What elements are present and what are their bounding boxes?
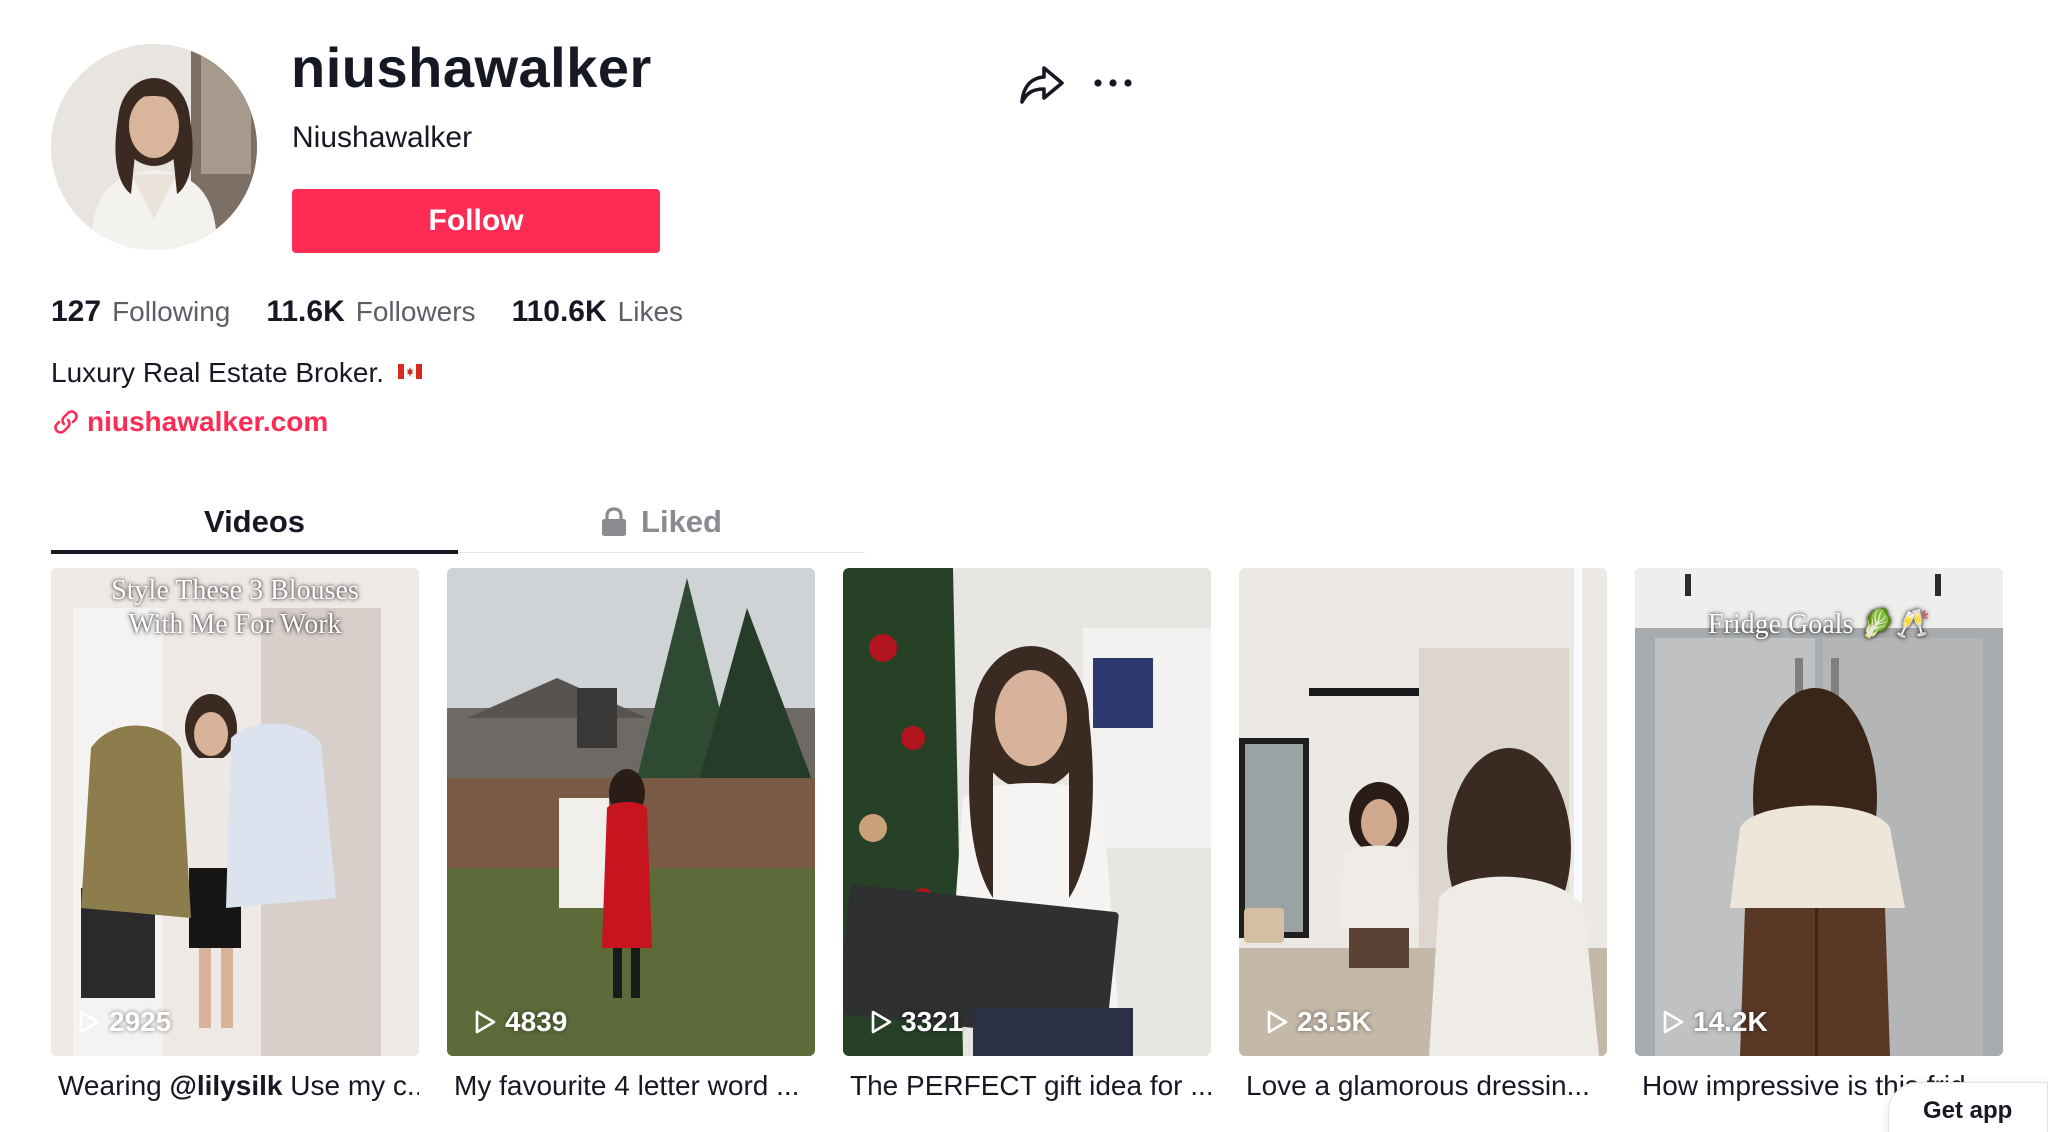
link-icon xyxy=(54,410,78,434)
lock-icon xyxy=(602,507,627,536)
likes-count: 110.6K xyxy=(511,295,607,328)
active-tab-indicator xyxy=(51,550,458,554)
video-card[interactable]: Style These 3 Blouses With Me For Work 2… xyxy=(51,568,419,1104)
video-thumbnail-image xyxy=(1239,568,1607,1056)
share-icon[interactable] xyxy=(1018,62,1066,108)
profile-stats: 127 Following 11.6K Followers 110.6K Lik… xyxy=(51,294,719,330)
view-count: 14.2K xyxy=(1661,1006,1768,1038)
view-count: 2925 xyxy=(77,1006,171,1038)
play-icon xyxy=(79,1010,100,1034)
video-overlay-text: Fridge Goals 🥬🥂 xyxy=(1635,608,2003,642)
view-count-value: 23.5K xyxy=(1297,1006,1372,1037)
play-icon xyxy=(475,1010,496,1034)
video-caption[interactable]: The PERFECT gift idea for ... xyxy=(843,1068,1211,1104)
video-thumbnail[interactable]: Fridge Goals 🥬🥂 14.2K xyxy=(1635,568,2003,1056)
caption-mention[interactable]: @lilysilk xyxy=(170,1070,283,1101)
following-label: Following xyxy=(112,296,231,327)
video-caption[interactable]: My favourite 4 letter word ... xyxy=(447,1068,815,1104)
video-overlay-text: Style These 3 Blouses With Me For Work xyxy=(51,574,419,642)
video-card[interactable]: 23.5K Love a glamorous dressin... xyxy=(1239,568,1607,1104)
view-count-value: 14.2K xyxy=(1693,1006,1768,1037)
profile-bio: Luxury Real Estate Broker. xyxy=(51,355,423,391)
video-thumbnail[interactable]: 23.5K xyxy=(1239,568,1607,1056)
avatar-image xyxy=(51,44,257,250)
get-app-button[interactable]: Get app xyxy=(1888,1082,2048,1132)
video-thumbnail[interactable]: Style These 3 Blouses With Me For Work 2… xyxy=(51,568,419,1056)
view-count: 23.5K xyxy=(1265,1006,1372,1038)
video-thumbnail[interactable]: 3321 xyxy=(843,568,1211,1056)
profile-link[interactable]: niushawalker.com xyxy=(51,406,328,438)
profile-avatar[interactable] xyxy=(51,44,257,250)
play-icon xyxy=(1267,1010,1288,1034)
likes-label: Likes xyxy=(617,296,684,327)
view-count: 4839 xyxy=(473,1006,567,1038)
tab-liked-label: Liked xyxy=(641,504,722,539)
canada-flag-icon xyxy=(398,363,423,379)
play-icon xyxy=(871,1010,892,1034)
view-count-value: 4839 xyxy=(505,1006,568,1037)
video-caption[interactable]: Wearing @lilysilk Use my c... xyxy=(51,1068,419,1104)
more-options-icon[interactable] xyxy=(1090,62,1136,104)
following-count: 127 xyxy=(51,295,102,328)
view-count: 3321 xyxy=(869,1006,963,1038)
followers-label: Followers xyxy=(355,296,476,327)
overlay-line: Style These 3 Blouses xyxy=(111,575,359,606)
view-count-value: 3321 xyxy=(901,1006,964,1037)
profile-page: niushawalker Niushawalker Follow 127 Fol… xyxy=(0,0,2048,1132)
video-caption[interactable]: Love a glamorous dressin... xyxy=(1239,1068,1607,1104)
tab-videos-label: Videos xyxy=(203,504,306,539)
profile-nickname: Niushawalker xyxy=(292,121,473,154)
video-thumbnail-image xyxy=(843,568,1211,1056)
bio-text: Luxury Real Estate Broker. xyxy=(51,357,385,388)
caption-text: Wearing xyxy=(58,1070,170,1101)
stat-likes: 110.6K Likes xyxy=(512,294,683,330)
overlay-line: Fridge Goals 🥬🥂 xyxy=(1707,609,1931,640)
caption-text: Use my c... xyxy=(282,1070,419,1101)
play-icon xyxy=(1663,1010,1684,1034)
stat-followers[interactable]: 11.6K Followers xyxy=(266,294,475,330)
overlay-line: With Me For Work xyxy=(128,609,342,640)
profile-tabs: Videos Liked xyxy=(51,492,865,554)
follow-button[interactable]: Follow xyxy=(292,189,660,253)
video-card[interactable]: Fridge Goals 🥬🥂 14.2K How impressive is … xyxy=(1635,568,2003,1104)
stat-following[interactable]: 127 Following xyxy=(51,294,230,330)
tab-videos[interactable]: Videos xyxy=(51,492,458,552)
view-count-value: 2925 xyxy=(109,1006,172,1037)
video-card[interactable]: 4839 My favourite 4 letter word ... xyxy=(447,568,815,1104)
tab-liked[interactable]: Liked xyxy=(458,492,865,552)
followers-count: 11.6K xyxy=(266,295,345,328)
video-thumbnail-image xyxy=(447,568,815,1056)
profile-link-text: niushawalker.com xyxy=(87,406,329,437)
video-card[interactable]: 3321 The PERFECT gift idea for ... xyxy=(843,568,1211,1104)
video-thumbnail[interactable]: 4839 xyxy=(447,568,815,1056)
profile-username: niushawalker xyxy=(291,36,652,99)
